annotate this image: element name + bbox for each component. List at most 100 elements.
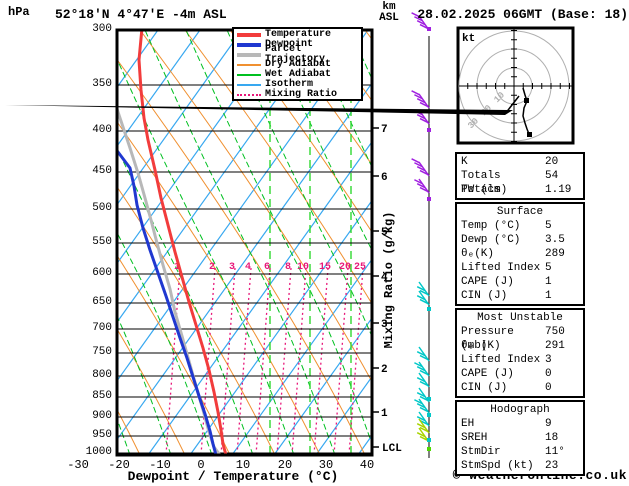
svg-text:1: 1 xyxy=(381,408,388,420)
row-label: CIN (J) xyxy=(461,290,508,302)
row-value: 11° xyxy=(545,446,565,458)
row-value: 1 xyxy=(545,276,552,288)
row-label: StmDir xyxy=(461,446,501,458)
indices-tables: K 20 Totals Totals 54 PW (cm) 1.19 Surface Temp… xyxy=(455,152,585,478)
table-title: Hodograph xyxy=(490,404,550,416)
table-title: Surface xyxy=(496,206,544,218)
table-row: PW (cm) 1.19 xyxy=(461,183,583,197)
row-label: EH xyxy=(461,418,475,430)
svg-text:2: 2 xyxy=(209,262,215,273)
right-axis-title: Mixing Ratio (g/kg) xyxy=(382,212,396,349)
row-value: 5 xyxy=(545,262,552,274)
table-row: Temp (°C) 5 xyxy=(461,219,583,233)
x-axis-title: Dewpoint / Temperature (°C) xyxy=(127,469,339,484)
altitude-unit-label: km ASL xyxy=(371,2,407,24)
table-row: StmSpd (kt) 23 xyxy=(461,459,583,473)
pressure-label: 300 xyxy=(92,23,112,35)
legend-swatch-solid xyxy=(237,43,261,47)
pressure-unit-label: hPa xyxy=(8,5,30,19)
skewt-sounding-page: 1 2 3 4 6 8 10 15 20 25 7 6 5 4 3 2 1 LCL Mixing Ratio (g/… xyxy=(0,0,629,486)
row-label: Pressure (mb) xyxy=(461,326,514,352)
mixing-ratio-labels: 1 2 3 4 6 8 10 15 20 25 xyxy=(174,262,366,273)
row-label: CAPE (J) xyxy=(461,368,514,380)
legend: Temperature Dewpoint Parcel Trajectory Dry … xyxy=(232,27,363,101)
row-value: 1 xyxy=(545,290,552,302)
hodograph-unit-label: kt xyxy=(462,33,475,45)
pressure-label: 900 xyxy=(92,410,112,422)
legend-swatch-solid xyxy=(237,74,261,76)
row-value: 9 xyxy=(545,418,552,430)
row-value: 18 xyxy=(545,432,559,444)
legend-swatch-solid xyxy=(237,33,261,37)
data-table: K 20 Totals Totals 54 PW (cm) 1.19 xyxy=(455,152,585,200)
row-label: SREH xyxy=(461,432,488,444)
svg-text:20: 20 xyxy=(339,262,351,273)
legend-swatch-dotted xyxy=(237,94,261,96)
row-value: 0 xyxy=(545,382,552,394)
table-row: θₑ (K) 291 xyxy=(461,339,583,353)
table-row: CIN (J) 1 xyxy=(461,289,583,303)
data-table-hodograph: Hodograph EH 9 SREH 18 StmDir 11° StmSpd (kt) 23 xyxy=(455,400,585,476)
row-label: Totals Totals xyxy=(461,170,501,196)
svg-text:10: 10 xyxy=(297,262,309,273)
svg-text:7: 7 xyxy=(381,124,388,136)
row-label: Lifted Index xyxy=(461,354,541,366)
row-label: θₑ (K) xyxy=(461,340,501,352)
table-row: SREH 18 xyxy=(461,431,583,445)
table-row: StmDir 11° xyxy=(461,445,583,459)
row-label: StmSpd (kt) xyxy=(461,460,534,472)
row-label: θₑ(K) xyxy=(461,248,495,260)
station-title: 52°18'N 4°47'E -4m ASL xyxy=(55,7,227,22)
table-row: Totals Totals 54 xyxy=(461,169,583,196)
row-value: 20 xyxy=(545,156,559,168)
table-row: Lifted Index 5 xyxy=(461,261,583,275)
row-label: CIN (J) xyxy=(461,382,508,394)
svg-text:3: 3 xyxy=(229,262,235,273)
table-row: Dewp (°C) 3.5 xyxy=(461,233,583,247)
table-row: CAPE (J) 1 xyxy=(461,275,583,289)
pressure-label: 750 xyxy=(92,346,112,358)
pressure-label: 450 xyxy=(92,165,112,177)
table-row: K 20 xyxy=(461,155,583,169)
table-title: Most Unstable xyxy=(477,312,563,324)
svg-text:25: 25 xyxy=(354,262,366,273)
row-value: 3 xyxy=(545,354,552,366)
pressure-label: 600 xyxy=(92,267,112,279)
pressure-label: 350 xyxy=(92,78,112,90)
pressure-label: 850 xyxy=(92,390,112,402)
data-table-most-unstable: Most Unstable Pressure (mb) 750 θₑ (K) 291 Li… xyxy=(455,308,585,398)
row-value: 291 xyxy=(545,340,565,352)
row-label: Lifted Index xyxy=(461,262,541,274)
table-row: θₑ(K) 289 xyxy=(461,247,583,261)
row-value: 3.5 xyxy=(545,234,565,246)
pressure-label: 700 xyxy=(92,322,112,334)
legend-swatch-solid xyxy=(237,53,261,57)
temperature-tick-label: -30 xyxy=(67,458,89,472)
table-row: EH 9 xyxy=(461,417,583,431)
row-label: PW (cm) xyxy=(461,184,508,196)
row-label: CAPE (J) xyxy=(461,276,514,288)
row-value: 289 xyxy=(545,248,565,260)
row-value: 750 xyxy=(545,326,565,338)
row-value: 1.19 xyxy=(545,184,572,196)
svg-text:4: 4 xyxy=(245,262,251,273)
row-value: 5 xyxy=(545,220,552,232)
row-value: 0 xyxy=(545,368,552,380)
asl-label: ASL xyxy=(379,12,399,24)
svg-text:8: 8 xyxy=(285,262,291,273)
row-value: 54 xyxy=(545,170,559,182)
row-label: Dewp (°C) xyxy=(461,234,521,246)
svg-text:6: 6 xyxy=(381,172,388,184)
svg-text:2: 2 xyxy=(381,364,388,376)
legend-swatch-solid xyxy=(237,84,261,86)
legend-swatch-solid xyxy=(237,64,261,66)
pressure-label: 650 xyxy=(92,296,112,308)
legend-item: Mixing Ratio xyxy=(237,90,361,100)
data-table-surface: Surface Temp (°C) 5 Dewp (°C) 3.5 θₑ(K) 289 Lif… xyxy=(455,202,585,306)
svg-text:6: 6 xyxy=(264,262,270,273)
lcl-label: LCL xyxy=(382,443,402,455)
pressure-label: 1000 xyxy=(85,446,112,458)
pressure-label: 950 xyxy=(92,429,112,441)
row-label: K xyxy=(461,156,468,168)
run-datetime: 28.02.2025 06GMT (Base: 18) xyxy=(417,7,628,22)
